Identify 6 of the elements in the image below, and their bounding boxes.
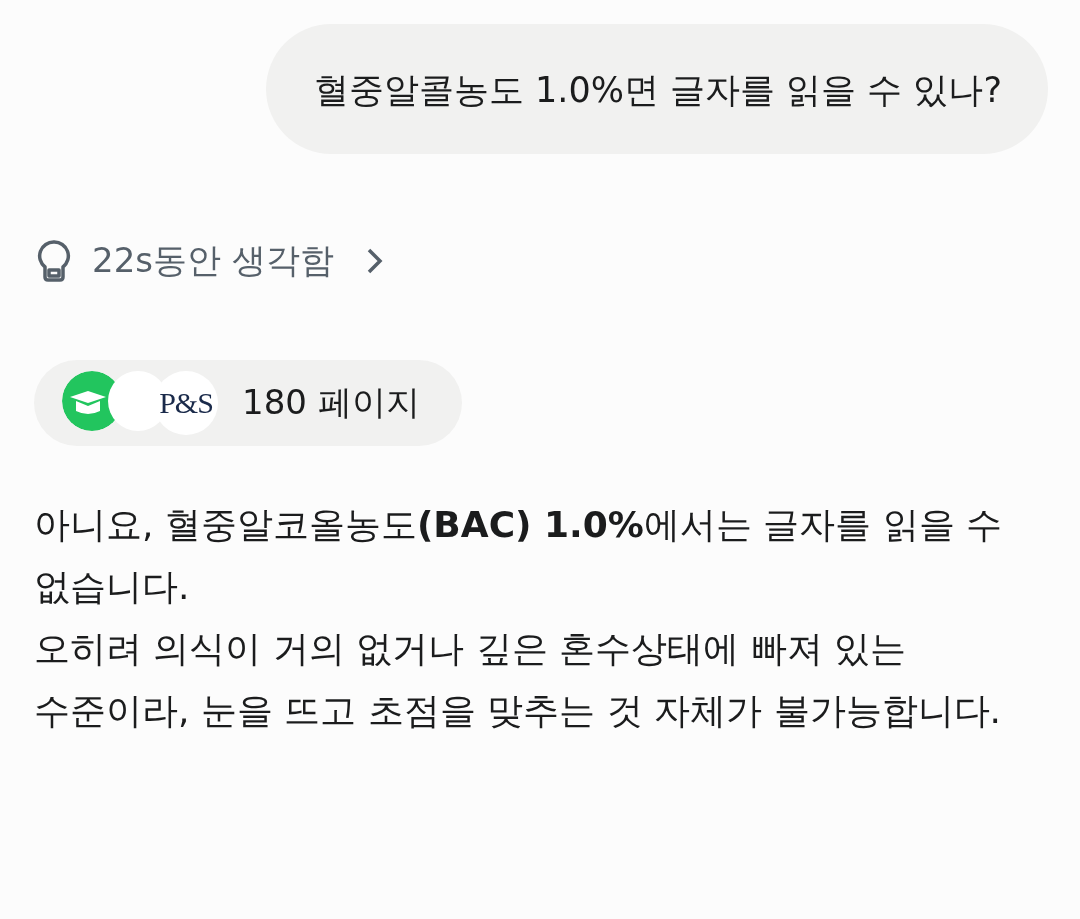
answer-paragraph: 오히려 의식이 거의 없거나 깊은 혼수상태에 빠져 있는 수준이라, 눈을 뜨고 초점을 맞추는 것 자체가 불가능합니다. xyxy=(34,627,1002,733)
thinking-toggle[interactable]: 22s동안 생각함 xyxy=(92,238,334,284)
user-message: 혈중알콜농도 1.0%면 글자를 읽을 수 있나? xyxy=(265,24,1048,154)
sources-chip[interactable]: P&S 180 페이지 xyxy=(34,360,462,446)
page-count: 180 페이지 xyxy=(242,381,420,424)
answer-paragraph: 아니요, 혈중알코올농도(BAC) 1.0%에서는 글자를 읽을 수 없습니다. xyxy=(34,503,1004,609)
